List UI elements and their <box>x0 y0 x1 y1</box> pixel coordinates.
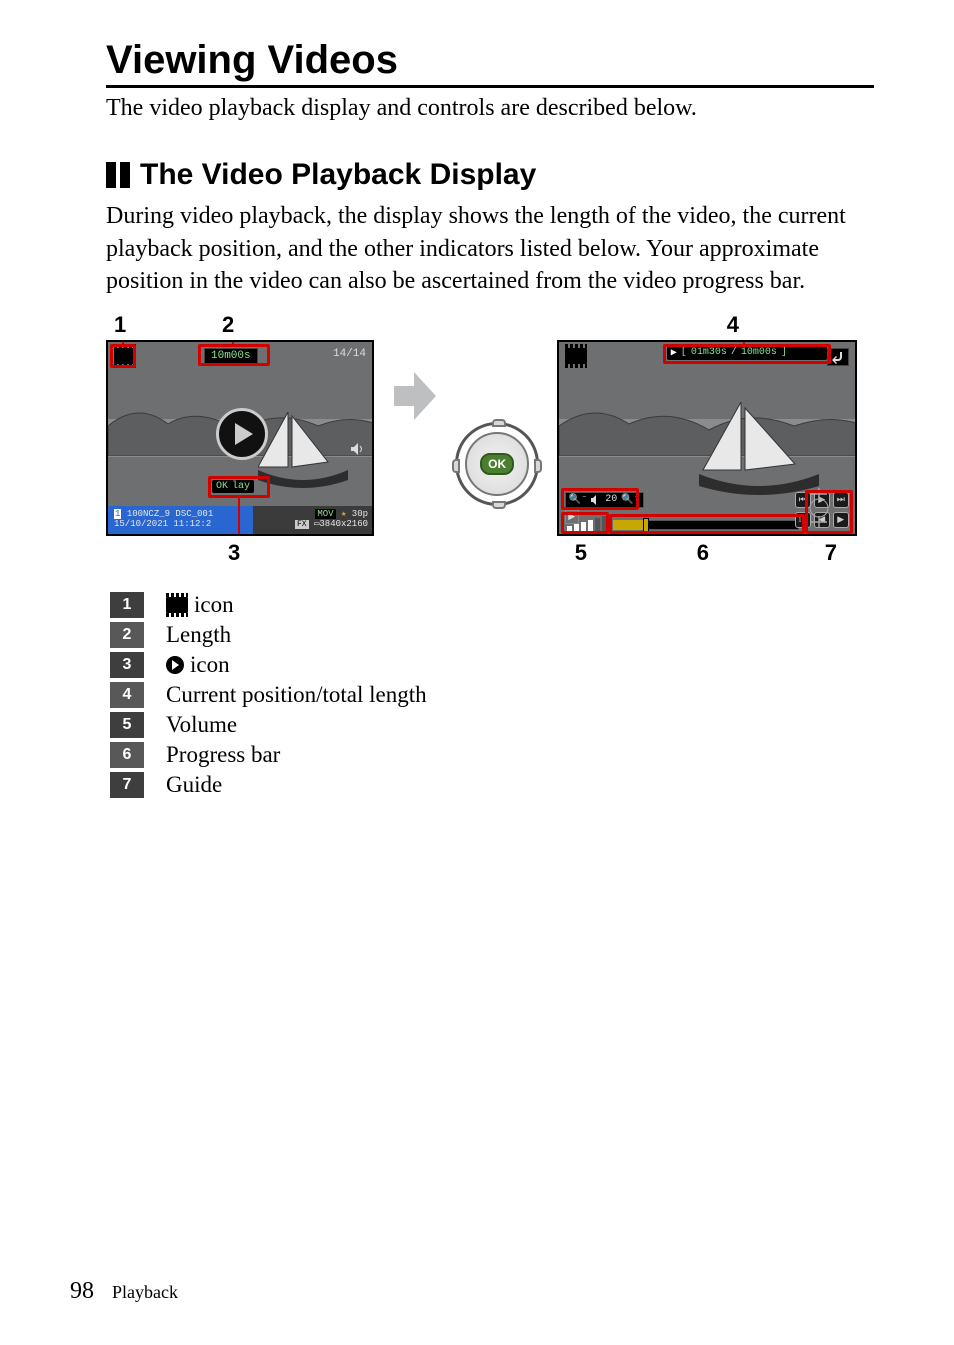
legend-number: 5 <box>110 712 144 738</box>
page-footer: 98 Playback <box>70 1278 178 1305</box>
legend-text: Progress bar <box>166 742 280 768</box>
legend-text: icon <box>190 652 230 678</box>
legend-row: 3 icon <box>106 650 874 680</box>
callout-number: 1 <box>114 312 126 338</box>
callout-number: 2 <box>222 312 234 338</box>
play-button-icon <box>216 408 268 460</box>
sailboat-illustration <box>258 412 348 492</box>
legend-text: icon <box>194 592 234 618</box>
legend-text: Guide <box>166 772 222 798</box>
legend-row: 1 icon <box>106 590 874 620</box>
film-icon <box>166 597 188 613</box>
legend-row: 7 Guide <box>106 770 874 800</box>
page-number: 98 <box>70 1278 94 1305</box>
play-icon <box>166 656 184 674</box>
callout-number: 3 <box>228 540 240 566</box>
legend-list: 1 icon 2 Length 3 icon 4 Current positio… <box>106 590 874 800</box>
frame-counter-osd: 14/14 <box>333 348 366 360</box>
legend-number: 2 <box>110 622 144 648</box>
callout-number: 6 <box>697 540 709 566</box>
film-icon <box>565 348 587 364</box>
lcd-screenshot-playing: ▶ [ 01m30s / 10m00s ] 🔍⁻ 20 🔍⁺ <box>557 340 857 536</box>
sailboat-illustration <box>699 402 819 502</box>
legend-row: 2 Length <box>106 620 874 650</box>
legend-text: Volume <box>166 712 237 738</box>
arrow-right-icon <box>384 312 448 425</box>
legend-text: Length <box>166 622 231 648</box>
lcd-screenshot-before: 10m00s 14/14 OKlay 1 100NCZ_9 DSC_001 15… <box>106 340 374 536</box>
speaker-icon <box>350 442 364 456</box>
legend-text: Current position/total length <box>166 682 427 708</box>
callout-number: 4 <box>727 312 739 338</box>
heading-bars-icon <box>106 162 130 188</box>
figure-row: 1 2 10m00s 14/14 OKlay <box>106 312 874 536</box>
legend-row: 5 Volume <box>106 710 874 740</box>
multi-selector-ok-icon: OK <box>450 422 545 506</box>
section-heading: The Video Playback Display <box>106 158 874 192</box>
legend-number: 1 <box>110 592 144 618</box>
intro-text: The video playback display and controls … <box>106 92 874 124</box>
callout-number: 7 <box>825 540 837 566</box>
section-name: Playback <box>112 1282 178 1303</box>
callout-number: 5 <box>575 540 587 566</box>
legend-number: 7 <box>110 772 144 798</box>
legend-number: 4 <box>110 682 144 708</box>
metadata-strip: 1 100NCZ_9 DSC_001 15/10/2021 11:12:2 MO… <box>108 506 372 534</box>
legend-row: 6 Progress bar <box>106 740 874 770</box>
ok-label: OK <box>480 453 514 475</box>
legend-number: 6 <box>110 742 144 768</box>
page-title: Viewing Videos <box>106 38 874 88</box>
legend-number: 3 <box>110 652 144 678</box>
section-body: During video playback, the display shows… <box>106 200 874 297</box>
legend-row: 4 Current position/total length <box>106 680 874 710</box>
section-heading-text: The Video Playback Display <box>140 158 536 192</box>
